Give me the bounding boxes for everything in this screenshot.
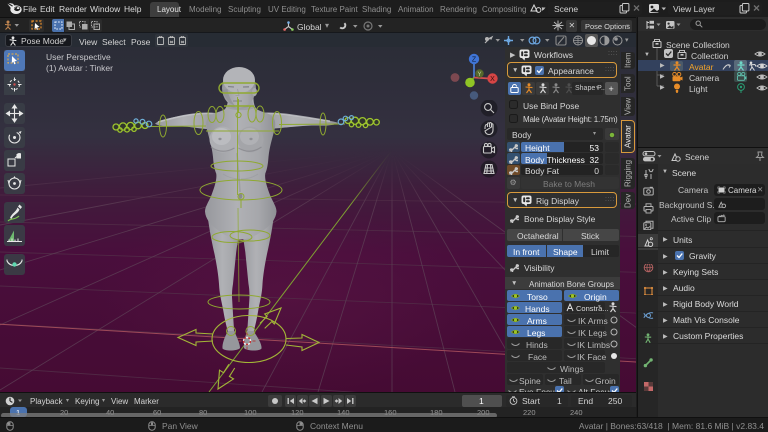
- svg-text:Y: Y: [477, 72, 481, 78]
- svg-text:X: X: [490, 76, 495, 83]
- svg-text:Z: Z: [472, 57, 477, 64]
